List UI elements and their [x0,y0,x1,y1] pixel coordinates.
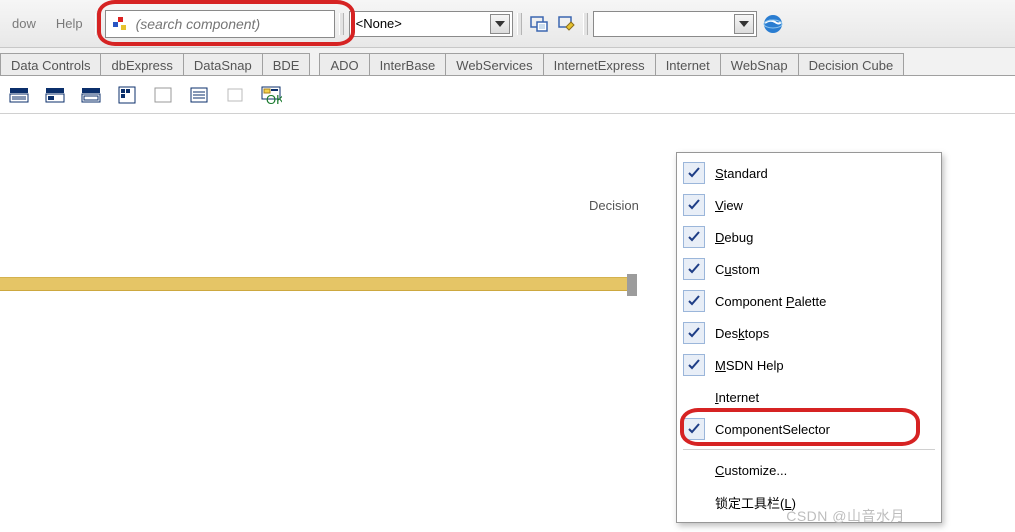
ctx-item-standard[interactable]: Standard [677,157,941,189]
check-icon [683,418,705,440]
component-icon[interactable] [42,82,68,108]
ctx-item-customize[interactable]: Customize... [677,454,941,486]
menu-help[interactable]: Help [48,10,91,37]
component-icon[interactable] [6,82,32,108]
menu-window[interactable]: dow [4,10,44,37]
component-search-input[interactable] [134,15,328,33]
ctx-item-componentselector[interactable]: ComponentSelector [677,413,941,445]
tab-websnap[interactable]: WebSnap [720,53,799,76]
toolbar-separator [95,0,101,47]
profile-combo-button[interactable] [490,14,510,34]
svg-text:OK: OK [266,92,282,106]
component-search-icon [112,16,128,32]
tab-datasnap[interactable]: DataSnap [183,53,263,76]
globe-icon[interactable] [761,12,785,36]
component-icon[interactable] [222,82,248,108]
profile-combo-value: <None> [356,16,486,31]
ctx-label: View [715,198,743,213]
ctx-item-msdn-help[interactable]: MSDN Help [677,349,941,381]
toolbar-separator [517,0,523,47]
tab-internetexpress[interactable]: InternetExpress [543,53,656,76]
chevron-down-icon [495,21,505,27]
ctx-item-debug[interactable]: Debug [677,221,941,253]
toolbar-context-menu: Standard View Debug Custom Component Pal… [676,152,942,523]
check-icon [683,226,705,248]
ctx-item-internet[interactable]: Internet [677,381,941,413]
check-icon [683,258,705,280]
ctx-label: Internet [715,390,759,405]
check-icon [683,354,705,376]
ctx-label: Customize... [715,463,787,478]
tab-webservices[interactable]: WebServices [445,53,543,76]
ctx-label: Desktops [715,326,769,341]
profile-combo[interactable]: <None> [349,11,513,37]
ctx-item-desktops[interactable]: Desktops [677,317,941,349]
secondary-combo-button[interactable] [734,14,754,34]
secondary-combo[interactable] [593,11,757,37]
tab-bde[interactable]: BDE [262,53,311,76]
check-icon [683,162,705,184]
chevron-down-icon [739,21,749,27]
ctx-label: MSDN Help [715,358,784,373]
decision-text-fragment: Decision [589,198,639,213]
form-designer-edge [0,277,636,291]
component-icon[interactable]: OK [258,82,284,108]
toolbar-separator [583,0,589,47]
ctx-label: Custom [715,262,760,277]
watermark: CSDN @山音水月 [786,506,905,526]
toolbar-separator [339,0,345,47]
ctx-label: 锁定工具栏(L) [715,493,796,512]
tab-data-controls[interactable]: Data Controls [0,53,101,76]
ctx-label: Component Palette [715,294,826,309]
ctx-label: Debug [715,230,753,245]
tab-decisioncube[interactable]: Decision Cube [798,53,905,76]
ctx-item-custom[interactable]: Custom [677,253,941,285]
ctx-label: Standard [715,166,768,181]
ctx-item-component-palette[interactable]: Component Palette [677,285,941,317]
check-icon [683,290,705,312]
main-toolbar: dow Help <None> [0,0,1015,48]
component-icon[interactable] [186,82,212,108]
check-icon [683,322,705,344]
tab-interbase[interactable]: InterBase [369,53,447,76]
component-icon[interactable] [150,82,176,108]
palette-tab-bar: Data Controls dbExpress DataSnap BDE ADO… [0,48,1015,76]
tab-dbexpress[interactable]: dbExpress [100,53,183,76]
check-icon [683,194,705,216]
ctx-item-view[interactable]: View [677,189,941,221]
ctx-separator [683,449,935,450]
desktop-icons [527,12,579,36]
set-desktop-icon[interactable] [555,12,579,36]
component-icon[interactable] [114,82,140,108]
ctx-label: ComponentSelector [715,422,830,437]
save-desktop-icon[interactable] [527,12,551,36]
component-search-box[interactable] [105,10,335,38]
component-palette: OK [0,76,1015,114]
component-icon[interactable] [78,82,104,108]
tab-internet[interactable]: Internet [655,53,721,76]
tab-ado[interactable]: ADO [319,53,369,76]
